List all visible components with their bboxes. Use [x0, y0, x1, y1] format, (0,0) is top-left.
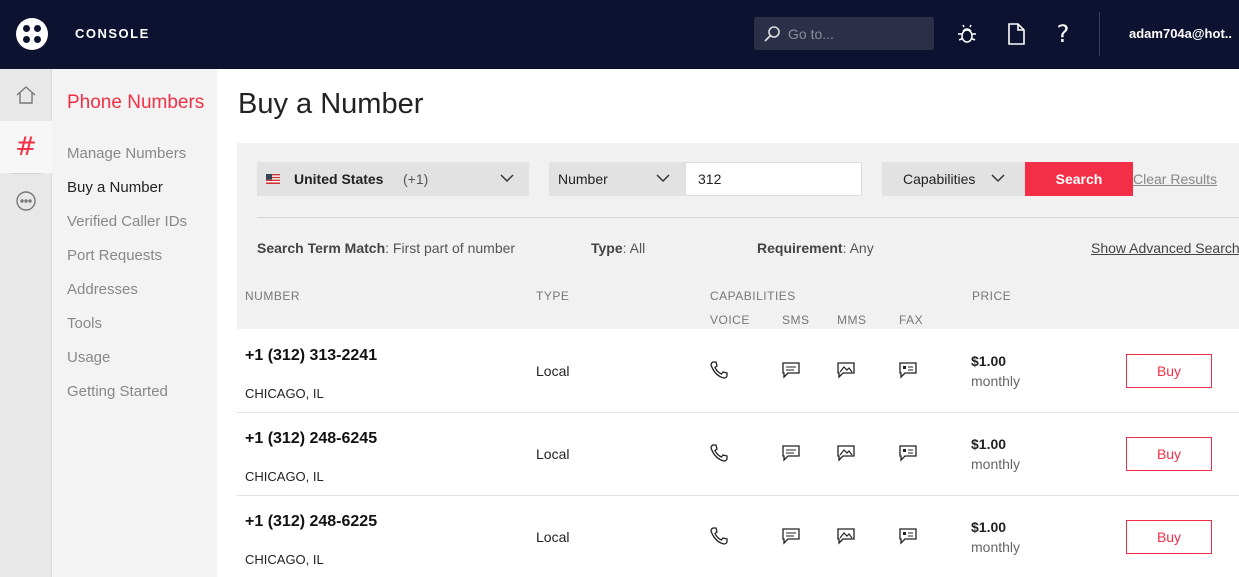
phone-number: +1 (312) 313-2241: [245, 347, 378, 364]
console-brand[interactable]: CONSOLE: [75, 26, 150, 41]
table-row: +1 (312) 248-6225 CHICAGO, IL Local $1.0…: [237, 496, 1239, 577]
topbar-divider: [1099, 12, 1100, 56]
phone-number: +1 (312) 248-6245: [245, 430, 378, 447]
top-bar: CONSOLE ? adam704a@hot..: [0, 0, 1239, 69]
chevron-down-icon: [991, 174, 1005, 183]
page-title: Buy a Number: [238, 88, 424, 120]
chevron-down-icon: [656, 174, 670, 183]
fax-icon: [899, 362, 917, 379]
number-type: Local: [536, 529, 570, 545]
col-header-number: NUMBER: [245, 289, 301, 303]
col-header-fax: FAX: [899, 313, 924, 327]
price-period: monthly: [971, 539, 1021, 555]
buy-button[interactable]: Buy: [1126, 354, 1212, 388]
number-location: CHICAGO, IL: [245, 552, 324, 567]
col-header-price: PRICE: [972, 289, 1012, 303]
filter-search-term: Search Term Match: First part of number: [257, 240, 516, 256]
country-select[interactable]: United States (+1): [257, 162, 529, 196]
nav-usage[interactable]: Usage: [67, 349, 110, 366]
ellipsis-icon[interactable]: [0, 175, 52, 227]
phone-icon: [710, 361, 728, 379]
rail-divider: [10, 173, 42, 174]
message-icon: [782, 362, 800, 379]
fax-icon: [899, 445, 917, 462]
col-header-capabilities: CAPABILITIES: [710, 289, 796, 303]
document-icon[interactable]: [1002, 20, 1030, 48]
hash-icon[interactable]: #: [0, 121, 52, 173]
phone-number: +1 (312) 248-6225: [245, 513, 378, 530]
phone-icon: [710, 444, 728, 462]
twilio-logo-icon[interactable]: [16, 18, 48, 50]
number-location: CHICAGO, IL: [245, 469, 324, 484]
user-account[interactable]: adam704a@hot..: [1129, 26, 1232, 41]
col-header-voice: VOICE: [710, 313, 750, 327]
buy-button[interactable]: Buy: [1126, 437, 1212, 471]
capabilities-label: Capabilities: [903, 171, 976, 187]
nav-manage-numbers[interactable]: Manage Numbers: [67, 145, 186, 162]
number-location: CHICAGO, IL: [245, 386, 324, 401]
nav-port-requests[interactable]: Port Requests: [67, 247, 162, 264]
icon-rail: #: [0, 69, 52, 577]
side-nav: Phone Numbers Manage Numbers Buy a Numbe…: [52, 69, 217, 577]
home-icon[interactable]: [0, 69, 52, 121]
price-period: monthly: [971, 373, 1021, 389]
table-row: +1 (312) 313-2241 CHICAGO, IL Local $1.0…: [237, 330, 1239, 413]
message-icon: [782, 528, 800, 545]
search-icon: [764, 26, 780, 42]
chevron-down-icon: [500, 174, 514, 183]
nav-verified-caller-ids[interactable]: Verified Caller IDs: [67, 213, 187, 230]
goto-search[interactable]: [754, 17, 934, 50]
question-icon[interactable]: ?: [1049, 20, 1077, 48]
goto-input[interactable]: [788, 17, 928, 50]
image-message-icon: [837, 528, 855, 545]
phone-icon: [710, 527, 728, 545]
bug-icon[interactable]: [953, 20, 981, 48]
nav-getting-started[interactable]: Getting Started: [67, 383, 168, 400]
search-divider: [257, 217, 1239, 218]
capabilities-select[interactable]: Capabilities: [882, 162, 1025, 196]
filter-type: Type: All: [591, 240, 646, 256]
number-price: $1.00: [971, 353, 1007, 369]
table-row: +1 (312) 248-6245 CHICAGO, IL Local $1.0…: [237, 413, 1239, 496]
show-advanced-search-link[interactable]: Show Advanced Search: [1091, 240, 1239, 256]
image-message-icon: [837, 445, 855, 462]
number-type-select[interactable]: Number: [549, 162, 685, 196]
clear-results-link[interactable]: Clear Results: [1133, 171, 1217, 187]
search-panel: United States (+1) Number Capabilities S…: [237, 143, 1239, 329]
message-icon: [782, 445, 800, 462]
col-header-sms: SMS: [782, 313, 810, 327]
nav-addresses[interactable]: Addresses: [67, 281, 138, 298]
us-flag-icon: [266, 174, 280, 184]
number-price: $1.00: [971, 436, 1007, 452]
country-name: United States: [294, 171, 384, 187]
number-type-label: Number: [558, 171, 608, 187]
number-price: $1.00: [971, 519, 1007, 535]
country-code: (+1): [403, 171, 429, 187]
nav-tools[interactable]: Tools: [67, 315, 102, 332]
main-content: Buy a Number United States (+1) Number 3…: [217, 69, 1239, 577]
image-message-icon: [837, 362, 855, 379]
col-header-type: TYPE: [536, 289, 570, 303]
buy-button[interactable]: Buy: [1126, 520, 1212, 554]
number-type: Local: [536, 363, 570, 379]
number-type: Local: [536, 446, 570, 462]
filter-requirement: Requirement: Any: [757, 240, 874, 256]
nav-buy-number[interactable]: Buy a Number: [67, 179, 163, 196]
sidenav-title[interactable]: Phone Numbers: [67, 92, 204, 114]
price-period: monthly: [971, 456, 1021, 472]
number-search-input[interactable]: [685, 162, 862, 196]
search-button[interactable]: Search: [1025, 162, 1133, 196]
fax-icon: [899, 528, 917, 545]
col-header-mms: MMS: [837, 313, 867, 327]
